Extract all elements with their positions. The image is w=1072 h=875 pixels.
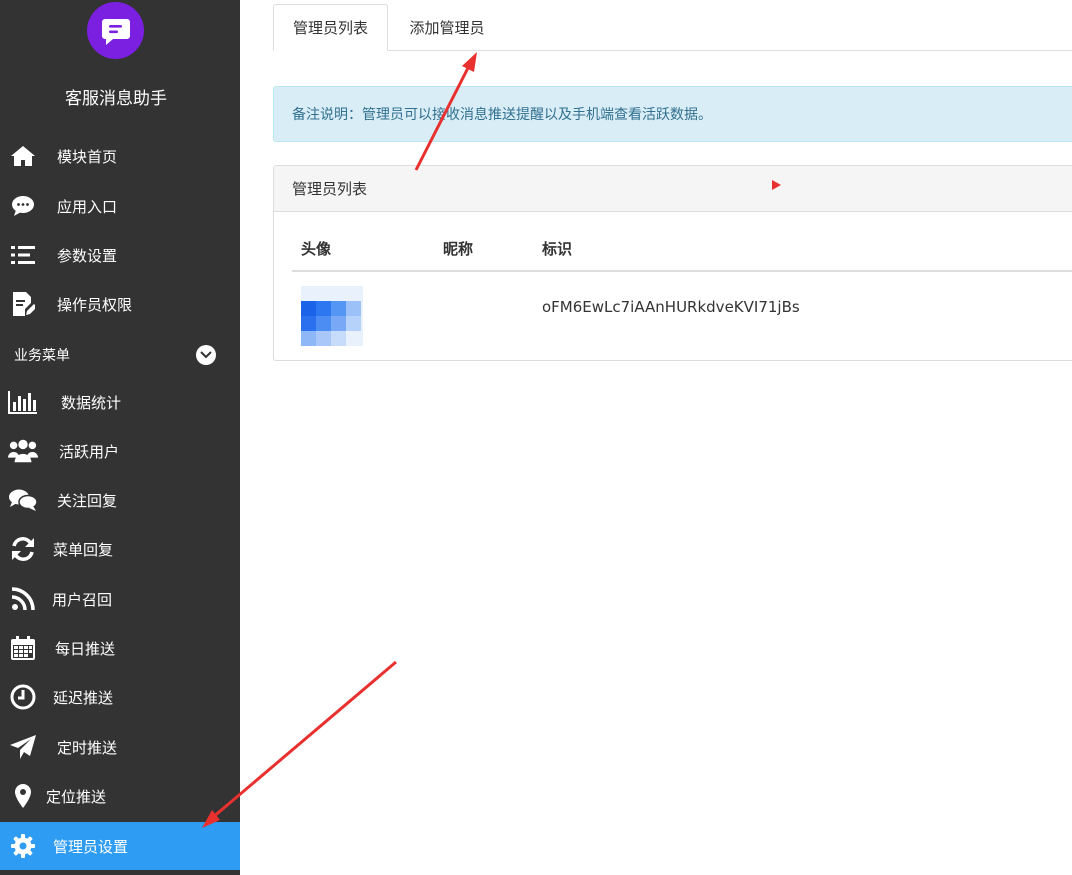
admin-list-panel: 管理员列表 头像 昵称 标识 oFM6EwLc7iAAnHURkdveKVI71… [273,165,1072,361]
section-label: 业务菜单 [14,348,70,364]
panel-title: 管理员列表 [274,166,1072,212]
bar-chart-icon [8,387,38,417]
sidebar-item-delayed-push[interactable]: 延迟推送 [0,674,240,720]
sidebar-item-label: 操作员权限 [57,295,133,314]
rss-icon [8,584,38,614]
column-header-id: 标识 [542,240,573,258]
row-openid: oFM6EwLc7iAAnHURkdveKVI71jBs [542,298,800,316]
tab-bar: 管理员列表 添加管理员 [273,4,1072,51]
sidebar-item-app-entry[interactable]: 应用入口 [0,183,240,229]
column-header-nickname: 昵称 [443,240,474,258]
sidebar-item-label: 定位推送 [46,787,107,806]
sidebar-item-label: 每日推送 [55,639,116,658]
clock-icon [8,682,38,712]
sidebar-item-label: 菜单回复 [53,540,114,559]
sidebar-item-params[interactable]: 参数设置 [0,232,240,278]
sidebar-item-scheduled-push[interactable]: 定时推送 [0,724,240,770]
sidebar-item-home[interactable]: 模块首页 [0,133,240,179]
gear-icon [8,831,38,861]
column-header-avatar: 头像 [301,240,332,258]
sidebar-item-label: 管理员设置 [53,837,129,856]
comment-icon [8,191,38,221]
notice-text: 备注说明：管理员可以接收消息推送提醒以及手机端查看活跃数据。 [292,107,712,123]
sidebar-item-label: 延迟推送 [53,688,114,707]
sidebar-item-label: 关注回复 [57,491,118,510]
sidebar-item-statistics[interactable]: 数据统计 [0,379,240,425]
calendar-icon [8,633,38,663]
sidebar-item-admin-settings[interactable]: 管理员设置 [0,822,240,870]
list-settings-icon [8,240,38,270]
sidebar-item-operator-permissions[interactable]: 操作员权限 [0,281,240,327]
sidebar-item-label: 应用入口 [57,197,118,216]
map-marker-icon [8,781,38,811]
sidebar-item-menu-reply[interactable]: 菜单回复 [0,526,240,572]
sidebar-item-label: 用户召回 [52,590,113,609]
users-icon [8,436,38,466]
sidebar-item-label: 活跃用户 [59,442,120,461]
comments-icon [8,485,38,515]
sidebar-item-label: 定时推送 [57,738,118,757]
tab-admin-list[interactable]: 管理员列表 [273,4,388,51]
edit-document-icon [8,289,38,319]
sidebar-item-follow-reply[interactable]: 关注回复 [0,477,240,523]
home-icon [8,141,38,171]
refresh-icon [8,534,38,564]
sidebar-item-daily-push[interactable]: 每日推送 [0,625,240,671]
sidebar: 客服消息助手 模块首页 应用入口 参数设置 操作员权限 业务菜单 数据统计 活跃… [0,0,240,875]
table-header-divider [292,270,1072,272]
paper-plane-icon [8,732,38,762]
sidebar-item-location-push[interactable]: 定位推送 [0,773,240,819]
app-name: 客服消息助手 [65,89,167,109]
chat-message-icon[interactable] [87,2,144,59]
avatar [301,286,363,346]
sidebar-item-label: 模块首页 [57,147,118,166]
sidebar-item-label: 参数设置 [57,246,118,265]
sidebar-section-business-menu[interactable]: 业务菜单 [0,340,240,370]
sidebar-item-user-recall[interactable]: 用户召回 [0,576,240,622]
tab-add-admin[interactable]: 添加管理员 [388,4,506,51]
sidebar-item-active-users[interactable]: 活跃用户 [0,428,240,474]
chevron-down-icon[interactable] [196,345,216,365]
sidebar-item-label: 数据统计 [61,393,122,412]
info-notice: 备注说明：管理员可以接收消息推送提醒以及手机端查看活跃数据。 [273,86,1072,142]
